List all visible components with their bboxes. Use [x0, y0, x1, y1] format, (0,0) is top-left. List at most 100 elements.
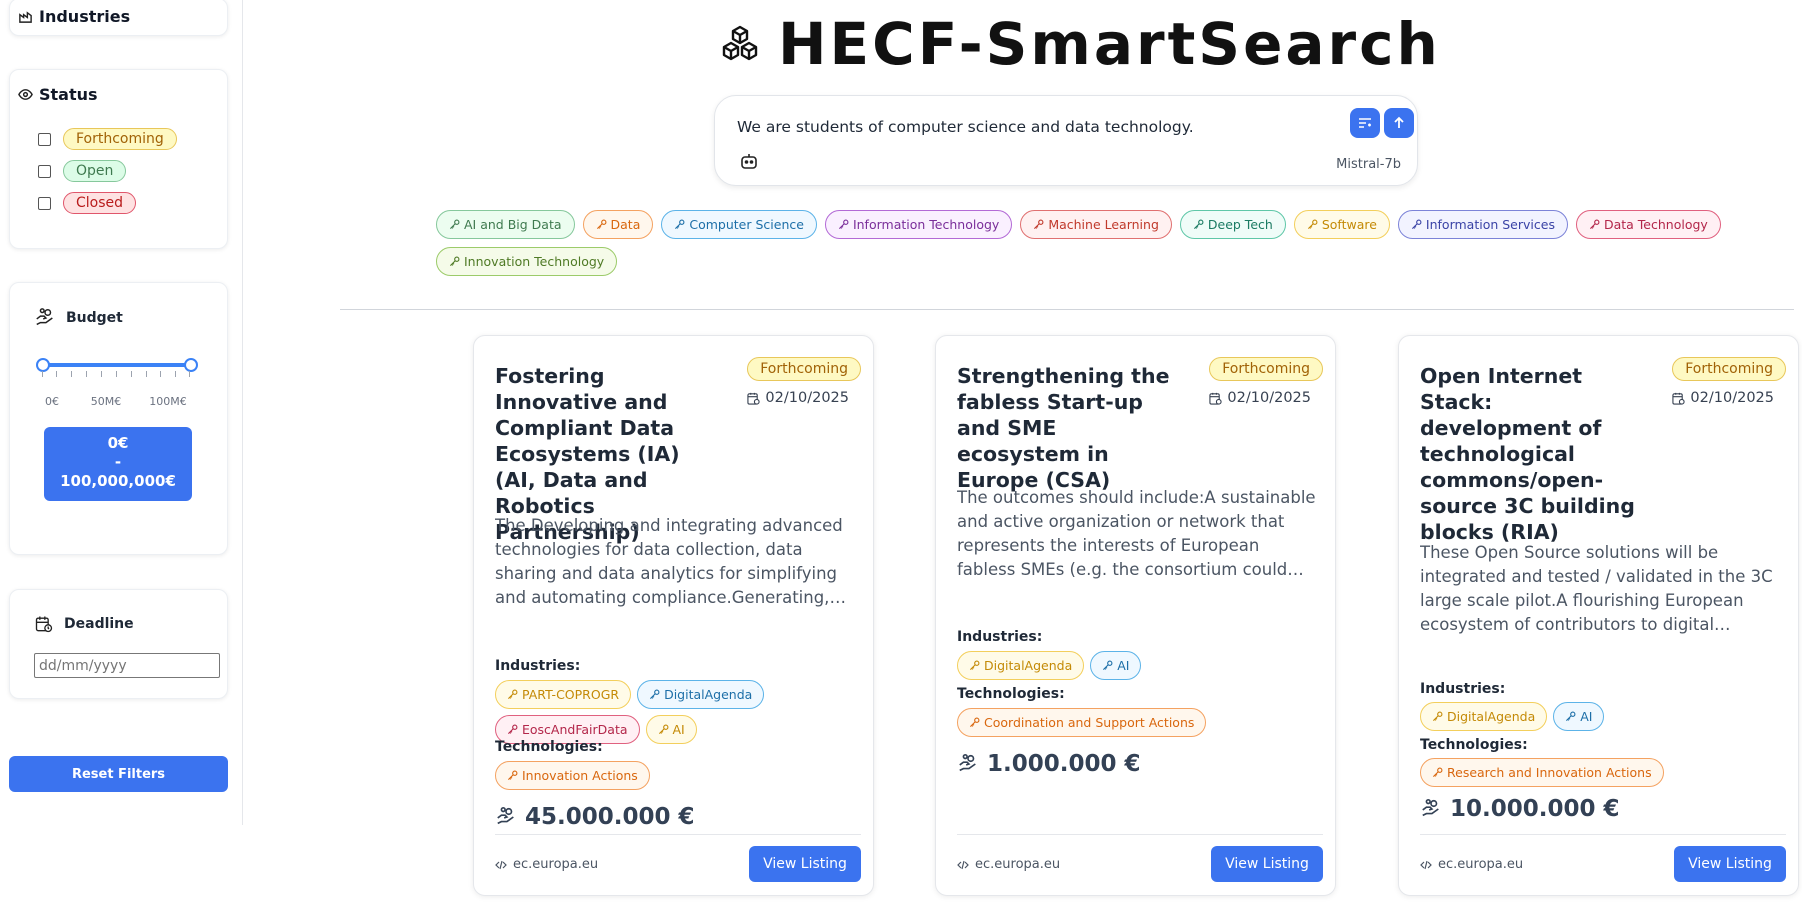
key-icon [1432, 767, 1443, 778]
technology-tags: Innovation Actions [495, 761, 825, 790]
listing-budget: 10.000.000 € [1420, 796, 1620, 822]
slider-tick [131, 371, 132, 377]
industry-tag[interactable]: AI [1090, 651, 1142, 680]
key-icon [1411, 219, 1422, 230]
budget-slider-min-handle[interactable] [36, 358, 50, 372]
keyword-chip-label: Computer Science [689, 217, 804, 232]
technology-tag[interactable]: Coordination and Support Actions [957, 708, 1207, 737]
listing-deadline-text: 02/10/2025 [765, 390, 849, 406]
budget-tick-label-max: 100M€ [149, 395, 187, 408]
slider-tick [56, 371, 57, 377]
budget-filter-header: Budget [34, 307, 123, 329]
industry-tag[interactable]: AI [645, 715, 697, 744]
deadline-filter-card: Deadline [9, 589, 228, 699]
industry-tag[interactable]: DigitalAgenda [637, 680, 765, 709]
key-icon [675, 219, 685, 230]
keyword-chip[interactable]: Machine Learning [1020, 210, 1172, 239]
technologies-heading: Technologies: [1420, 737, 1528, 753]
industry-tag[interactable]: DigitalAgenda [957, 651, 1085, 680]
key-icon [1034, 219, 1044, 230]
listing-source-text: ec.europa.eu [975, 857, 1061, 872]
keyword-chip[interactable]: Data Technology [1575, 210, 1721, 239]
keyword-chip[interactable]: AI and Big Data [436, 210, 575, 239]
search-input[interactable]: We are students of computer science and … [737, 118, 1194, 136]
industry-tag[interactable]: DigitalAgenda [1420, 702, 1548, 731]
keyword-chip-label: Software [1321, 217, 1377, 232]
key-icon [449, 256, 460, 267]
forthcoming-checkbox[interactable] [38, 132, 51, 146]
keyword-chip-label: Data Technology [1603, 217, 1708, 232]
keyword-chip-label: Innovation Technology [464, 254, 605, 269]
listing-deadline: 02/10/2025 [1672, 390, 1774, 406]
filter-list-button[interactable] [1350, 108, 1380, 138]
status-option-closed[interactable]: Closed [38, 192, 137, 214]
key-icon [507, 770, 518, 781]
keyword-chip[interactable]: Data [582, 210, 654, 239]
closed-checkbox[interactable] [38, 196, 51, 210]
technology-tag-label: Research and Innovation Actions [1447, 765, 1652, 780]
budget-tick-label-mid: 50M€ [90, 395, 122, 408]
search-box[interactable]: We are students of computer science and … [714, 95, 1418, 186]
bot-icon[interactable] [739, 151, 759, 171]
deadline-filter-header: Deadline [34, 614, 134, 634]
app-title: HECF-SmartSearch [778, 10, 1441, 78]
view-listing-button[interactable]: View Listing [1674, 846, 1786, 882]
hand-coins-icon [1422, 799, 1439, 817]
keyword-chip[interactable]: Software [1293, 210, 1390, 239]
keyword-chip[interactable]: Deep Tech [1179, 210, 1286, 239]
keyword-chip[interactable]: Information Technology [824, 210, 1013, 239]
industries-filter-card[interactable]: Industries [9, 0, 228, 36]
industry-tag-label: AI [1580, 709, 1593, 724]
keyword-chip[interactable]: Information Services [1397, 210, 1568, 239]
key-icon [449, 219, 460, 230]
model-selector[interactable]: Mistral-7b [1336, 157, 1401, 172]
reset-filters-button[interactable]: Reset Filters [9, 756, 228, 792]
keyword-chip-label: Information Services [1425, 217, 1555, 232]
industry-tag[interactable]: AI [1553, 702, 1605, 731]
submit-search-button[interactable] [1384, 108, 1414, 138]
listing-budget-value: 10.000.000 € [1450, 796, 1620, 822]
status-option-open[interactable]: Open [38, 160, 127, 182]
keyword-chip[interactable]: Computer Science [661, 210, 817, 239]
status-filter-title: Status [39, 85, 98, 104]
slider-tick [146, 371, 147, 377]
deadline-date-input[interactable] [34, 653, 220, 678]
slider-tick [175, 371, 176, 377]
status-option-forthcoming[interactable]: Forthcoming [38, 128, 177, 150]
technology-tags: Research and Innovation Actions [1420, 758, 1750, 787]
budget-slider-track[interactable] [42, 363, 190, 367]
cubes-logo-icon [722, 25, 758, 61]
listing-budget-value: 1.000.000 € [987, 751, 1141, 777]
listing-card: Open Internet Stack: development of tech… [1398, 335, 1799, 896]
industry-tags: DigitalAgenda AI [1420, 702, 1750, 731]
code-icon [957, 860, 969, 869]
budget-range-min: 0€ [107, 434, 129, 452]
industry-tag-label: AI [672, 722, 685, 737]
view-listing-button[interactable]: View Listing [1211, 846, 1323, 882]
listing-deadline-text: 02/10/2025 [1227, 390, 1311, 406]
code-icon [1420, 860, 1432, 869]
listing-budget: 45.000.000 € [495, 804, 695, 830]
technology-tag[interactable]: Research and Innovation Actions [1420, 758, 1664, 787]
budget-slider-ticks [42, 371, 190, 379]
industry-tag-label: EoscAndFairData [522, 722, 628, 737]
technologies-heading: Technologies: [957, 686, 1065, 702]
budget-slider-max-handle[interactable] [184, 358, 198, 372]
budget-filter-title: Budget [66, 310, 123, 326]
keyword-chip-label: Machine Learning [1048, 217, 1159, 232]
industry-tag-label: DigitalAgenda [1447, 709, 1536, 724]
industries-heading: Industries: [495, 658, 581, 674]
key-icon [1566, 711, 1576, 722]
view-listing-button[interactable]: View Listing [749, 846, 861, 882]
key-icon [1307, 219, 1318, 230]
industries-icon [19, 11, 32, 23]
open-checkbox[interactable] [38, 164, 51, 178]
calendar-clock-icon [1672, 392, 1686, 405]
technology-tag[interactable]: Innovation Actions [495, 761, 650, 790]
listing-footer: ec.europa.eu View Listing [957, 834, 1323, 884]
keyword-chip-label: Data [610, 217, 641, 232]
keyword-chip[interactable]: Innovation Technology [436, 247, 618, 276]
industries-filter-header[interactable]: Industries [18, 7, 130, 26]
industry-tag-label: DigitalAgenda [664, 687, 753, 702]
industry-tag[interactable]: PART-COPROGR [495, 680, 632, 709]
